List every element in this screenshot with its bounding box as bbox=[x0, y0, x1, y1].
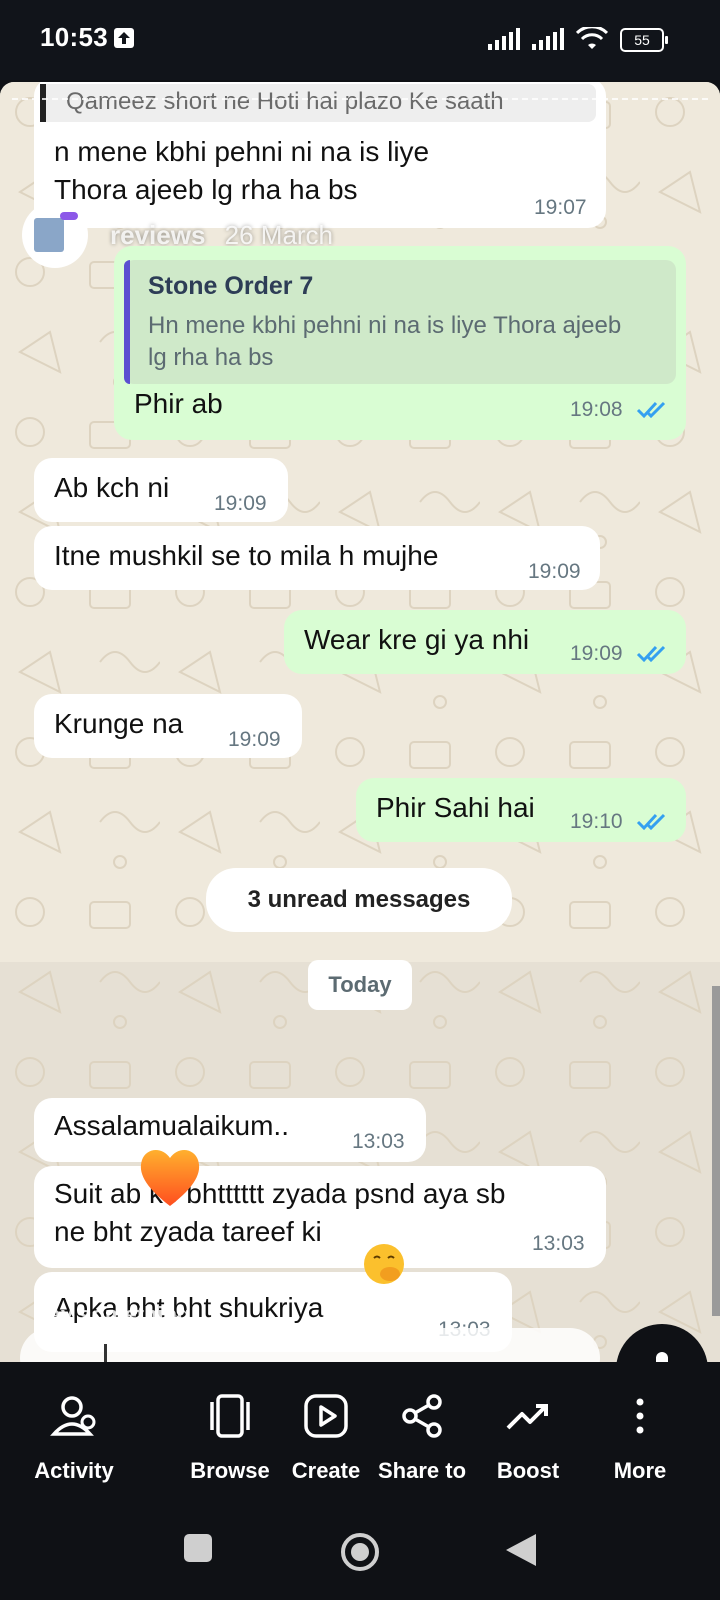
message-line: n mene kbhi pehni ni na is liye bbox=[54, 136, 430, 167]
activity-icon bbox=[50, 1396, 96, 1436]
story-progress-bar bbox=[12, 98, 708, 100]
trending-up-icon bbox=[506, 1404, 548, 1430]
message-incoming[interactable]: Krunge na 19:09 bbox=[34, 694, 302, 758]
reply-placeholder: Say something... bbox=[34, 1302, 209, 1327]
more-label: More bbox=[613, 1458, 667, 1483]
message-incoming[interactable]: Assalamualaikum.. 13:03 bbox=[34, 1098, 426, 1162]
battery-indicator: 55 bbox=[620, 28, 668, 52]
quoted-text: Qameez short ne Hoti hai plazo Ke saath bbox=[66, 88, 504, 115]
signal-icon bbox=[488, 28, 520, 50]
message-incoming[interactable]: Qameez short ne Hoti hai plazo Ke saath … bbox=[34, 82, 606, 228]
message-text: Itne mushkil se to mila h mujhe bbox=[54, 540, 439, 571]
message-time: 19:09 bbox=[528, 560, 581, 583]
boost-button[interactable]: Boost bbox=[468, 1392, 588, 1484]
message-text: Phir Sahi hai bbox=[376, 792, 535, 823]
message-line: Suit ab ko bhtttttt zyada psnd aya sb bbox=[54, 1178, 506, 1209]
status-bar: 10:53 55 bbox=[0, 0, 720, 80]
message-line: Thora ajeeb lg rha ha bs bbox=[54, 174, 358, 205]
message-incoming[interactable]: Ab kch ni 19:09 bbox=[34, 458, 288, 522]
share-button[interactable]: Share to bbox=[362, 1392, 482, 1484]
quoted-reply[interactable]: Stone Order 7 Hn mene kbhi pehni ni na i… bbox=[124, 260, 676, 384]
message-time: 19:09 bbox=[228, 728, 281, 751]
activity-button[interactable]: Activity bbox=[14, 1392, 134, 1484]
activity-label: Activity bbox=[34, 1458, 114, 1483]
message-text: Krunge na bbox=[54, 708, 184, 739]
message-line: ne bht zyada tareef ki bbox=[54, 1216, 322, 1247]
status-icons bbox=[488, 24, 608, 54]
message-time: 19:09 bbox=[214, 492, 267, 515]
upload-icon bbox=[114, 28, 134, 48]
message-text: Phir ab bbox=[134, 388, 223, 419]
message-time: 13:03 bbox=[532, 1232, 585, 1255]
face-hand-over-mouth-emoji-icon bbox=[364, 1244, 404, 1284]
message-text: Assalamualaikum.. bbox=[54, 1110, 289, 1141]
double-tick-icon bbox=[636, 401, 666, 419]
message-incoming[interactable]: Itne mushkil se to mila h mujhe 19:09 bbox=[34, 526, 600, 590]
share-label: Share to bbox=[377, 1458, 467, 1483]
boost-label: Boost bbox=[496, 1458, 560, 1483]
story-avatar[interactable] bbox=[22, 202, 88, 268]
more-vertical-icon bbox=[636, 1398, 644, 1434]
unread-messages-pill: 3 unread messages bbox=[206, 868, 512, 932]
message-text: Ab kch ni bbox=[54, 472, 170, 503]
message-incoming[interactable]: Suit ab ko bhtttttt zyada psnd aya sb ne… bbox=[34, 1166, 606, 1268]
status-time: 10:53 bbox=[40, 22, 108, 52]
message-outgoing[interactable]: Stone Order 7 Hn mene kbhi pehni ni na i… bbox=[114, 246, 686, 440]
share-icon bbox=[402, 1394, 442, 1438]
double-tick-icon bbox=[636, 645, 666, 663]
message-time: 19:09 bbox=[570, 642, 623, 665]
quoted-text: Hn mene kbhi pehni ni na is liye Thora a… bbox=[148, 312, 622, 371]
message-time: 13:03 bbox=[352, 1130, 405, 1153]
browse-icon bbox=[210, 1394, 250, 1438]
signal-icon-2 bbox=[532, 28, 564, 50]
message-text: Wear kre gi ya nhi bbox=[304, 624, 530, 655]
more-button[interactable]: More bbox=[580, 1392, 700, 1484]
quoted-reply: Qameez short ne Hoti hai plazo Ke saath bbox=[40, 84, 596, 122]
wifi-icon bbox=[576, 27, 608, 49]
story-view[interactable]: Qameez short ne Hoti hai plazo Ke saath … bbox=[0, 82, 720, 1362]
quoted-author: Stone Order 7 bbox=[148, 272, 314, 300]
message-time: 19:08 bbox=[570, 398, 623, 421]
date-separator: Today bbox=[308, 960, 412, 1010]
back-button[interactable] bbox=[504, 1532, 538, 1568]
heart-reaction-icon bbox=[140, 1149, 200, 1206]
message-time: 19:07 bbox=[534, 196, 587, 219]
message-time: 19:10 bbox=[570, 810, 623, 833]
message-outgoing[interactable]: Wear kre gi ya nhi 19:09 bbox=[284, 610, 686, 674]
home-button[interactable] bbox=[340, 1532, 380, 1572]
message-outgoing[interactable]: Phir Sahi hai 19:10 bbox=[356, 778, 686, 842]
system-navigation-bar bbox=[0, 1510, 720, 1600]
recent-apps-button[interactable] bbox=[182, 1532, 214, 1564]
double-tick-icon bbox=[636, 813, 666, 831]
create-icon bbox=[304, 1394, 348, 1438]
story-action-bar: Activity Browse Create Share to Boost Mo… bbox=[0, 1362, 720, 1510]
